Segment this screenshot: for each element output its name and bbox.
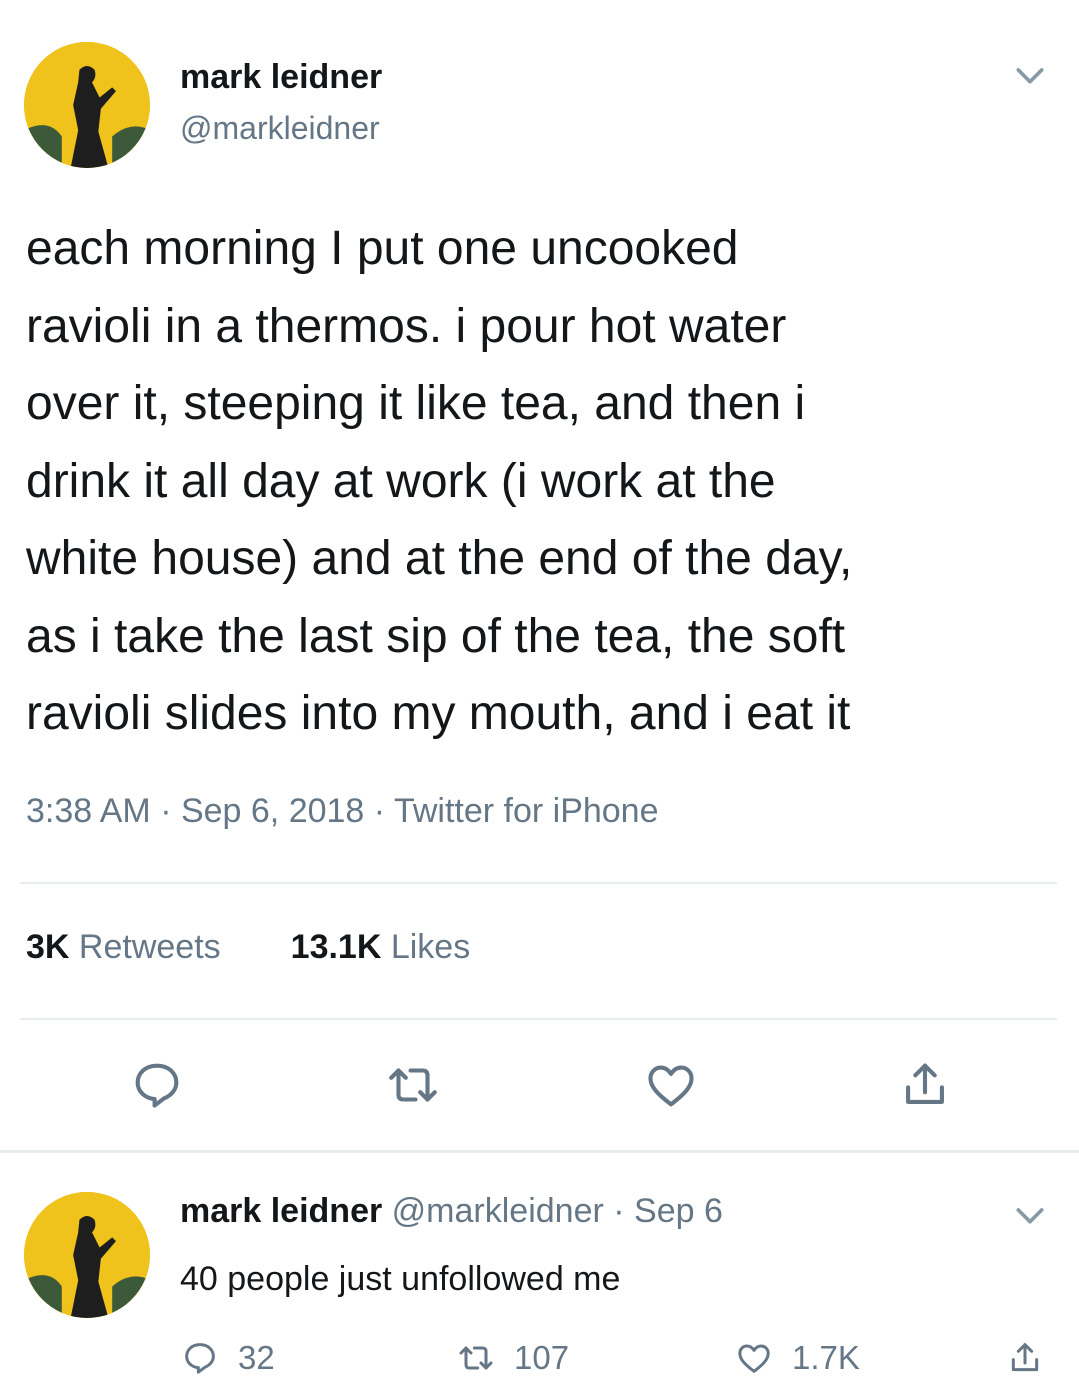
reply-text: 40 people just unfollowed me: [180, 1260, 621, 1298]
share-icon[interactable]: [896, 1056, 954, 1114]
retweets-label: Retweets: [78, 928, 221, 966]
reply-header: mark leidner @markleidner · Sep 6: [180, 1192, 723, 1231]
reply-icon: [185, 1343, 215, 1374]
reply-icon[interactable]: [128, 1056, 186, 1114]
likes-count: 13.1K: [290, 928, 382, 966]
like-icon[interactable]: [642, 1056, 700, 1114]
reply-author-avatar[interactable]: [24, 1192, 150, 1318]
tweet-text: each morning I put one uncooked ravioli …: [26, 210, 1056, 753]
reply-author-handle-date[interactable]: @markleidner · Sep 6: [392, 1192, 723, 1230]
reply-author-name[interactable]: mark leidner: [180, 1192, 382, 1230]
retweet-icon: [459, 1346, 493, 1370]
like-icon: [738, 1344, 770, 1373]
reply-chevron-down-icon[interactable]: [1010, 1195, 1050, 1235]
tweet-text-line: ravioli slides into my mouth, and i eat …: [26, 687, 851, 740]
retweets-count: 3K: [26, 928, 70, 966]
avatar-illustration: [24, 42, 150, 168]
chevron-down-icon[interactable]: [1010, 55, 1050, 95]
author-handle[interactable]: @markleidner: [180, 110, 380, 147]
tweet-text-line: over it, steeping it like tea, and then …: [26, 377, 806, 430]
reply-share-action[interactable]: [1005, 1338, 1063, 1378]
tweet-timestamp-source[interactable]: 3:38 AM · Sep 6, 2018 · Twitter for iPho…: [26, 792, 659, 831]
retweets-stat[interactable]: 3K Retweets: [26, 928, 221, 966]
divider: [20, 882, 1057, 884]
reply-reply-count: 32: [238, 1339, 275, 1376]
tweet-text-line: as i take the last sip of the tea, the s…: [26, 609, 846, 663]
author-avatar[interactable]: [24, 42, 150, 168]
reply-like-action[interactable]: 1.7K: [734, 1338, 860, 1378]
tweet-text-line: each morning I put one uncooked: [26, 222, 739, 275]
reply-reply-action[interactable]: 32: [180, 1338, 275, 1378]
likes-stat[interactable]: 13.1K Likes: [291, 928, 471, 966]
retweet-icon[interactable]: [384, 1056, 442, 1114]
tweet-text-line: white house) and at the end of the day,: [26, 532, 853, 585]
likes-label: Likes: [390, 928, 471, 966]
tweet-stats: 3K Retweets 13.1K Likes: [26, 928, 470, 967]
share-icon: [1011, 1343, 1039, 1372]
reply-like-count: 1.7K: [792, 1339, 860, 1376]
divider: [20, 1018, 1057, 1020]
tweet-text-line: drink it all day at work (i work at the: [26, 454, 776, 508]
reply-retweet-action[interactable]: 107: [456, 1338, 569, 1378]
avatar-illustration: [24, 1192, 150, 1318]
tweet-text-line: ravioli in a thermos. i pour hot water: [26, 299, 787, 353]
author-name[interactable]: mark leidner: [180, 58, 382, 97]
divider: [0, 1150, 1079, 1153]
reply-retweet-count: 107: [514, 1339, 570, 1376]
